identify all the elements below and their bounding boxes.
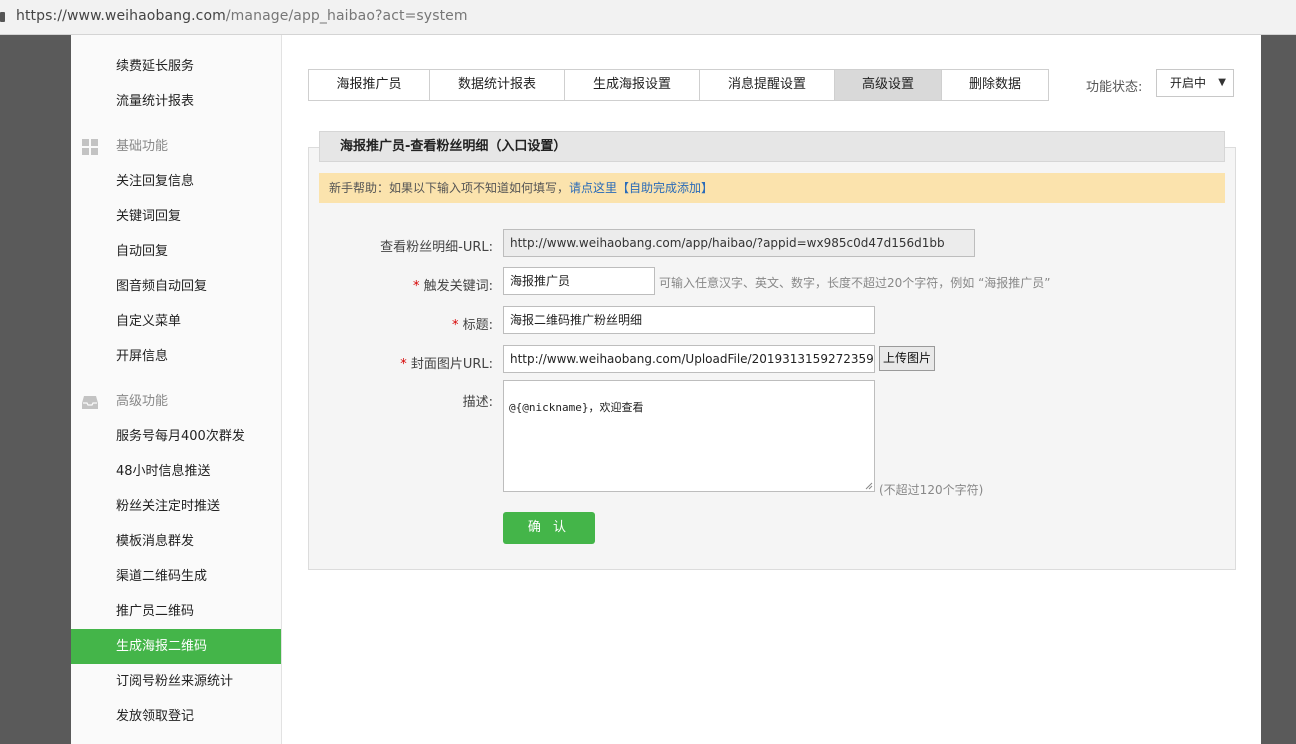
cover-url-label: * 封面图片URL:	[333, 353, 493, 372]
tab-message-reminder[interactable]: 消息提醒设置	[700, 70, 835, 100]
sidebar-item-label: 48小时信息推送	[116, 464, 211, 479]
keyword-label: * 触发关键词:	[333, 275, 493, 294]
required-mark: *	[412, 279, 420, 294]
required-mark: *	[451, 318, 459, 333]
description-label-text: 描述:	[462, 395, 493, 410]
tab-poster-settings[interactable]: 生成海报设置	[565, 70, 700, 100]
sidebar-item-splash-info[interactable]: 开屏信息	[71, 339, 281, 374]
sidebar-item-distribution-register[interactable]: 发放领取登记	[71, 699, 281, 734]
page-gutter-left	[0, 35, 71, 744]
sidebar-item-renewal[interactable]: 续费延长服务	[71, 49, 281, 84]
grid-icon	[82, 139, 98, 155]
sidebar-item-keyword-reply[interactable]: 关键词回复	[71, 199, 281, 234]
keyword-hint: 可输入任意汉字、英文、数字，长度不超过20个字符，例如 “海报推广员”	[659, 276, 1051, 290]
sidebar-item-label: 关键词回复	[116, 209, 182, 224]
address-bar[interactable]: https://www.weihaobang.com/manage/app_ha…	[0, 0, 1296, 35]
keyword-label-text: 触发关键词:	[423, 279, 493, 294]
sidebar-item-follow-reply[interactable]: 关注回复信息	[71, 164, 281, 199]
sidebar-item-scheduled-push[interactable]: 粉丝关注定时推送	[71, 489, 281, 524]
sidebar-item-auto-reply[interactable]: 自动回复	[71, 234, 281, 269]
sidebar-section-label: 高级功能	[116, 394, 169, 409]
sidebar-item-channel-qrcode[interactable]: 渠道二维码生成	[71, 559, 281, 594]
feature-status-value: 开启中	[1170, 76, 1207, 90]
url-path: /manage/app_haibao?act=system	[225, 8, 468, 24]
url-text[interactable]: https://www.weihaobang.com/manage/app_ha…	[16, 8, 468, 24]
upload-image-button[interactable]: 上传图片	[879, 346, 935, 371]
feature-status-select[interactable]: 开启中 ▼	[1156, 69, 1234, 97]
title-input[interactable]: 海报二维码推广粉丝明细	[503, 306, 875, 334]
sidebar-item-label: 订阅号粉丝来源统计	[116, 674, 234, 689]
sidebar-item-custom-menu[interactable]: 自定义菜单	[71, 304, 281, 339]
tab-data-report[interactable]: 数据统计报表	[430, 70, 565, 100]
sidebar-item-media-auto-reply[interactable]: 图音频自动回复	[71, 269, 281, 304]
title-label: * 标题:	[333, 314, 493, 333]
help-banner: 新手帮助：如果以下输入项不知道如何填写，请点这里【自助完成添加】	[319, 173, 1225, 203]
cover-url-input[interactable]: http://www.weihaobang.com/UploadFile/201…	[503, 345, 875, 373]
resize-grip-icon[interactable]	[865, 482, 873, 490]
caret-down-icon: ▼	[1218, 77, 1226, 88]
main-content: 海报推广员 数据统计报表 生成海报设置 消息提醒设置 高级设置 删除数据 功能状…	[282, 35, 1261, 744]
sidebar-item-label: 生成海报二维码	[116, 639, 208, 654]
tab-delete-data[interactable]: 删除数据	[942, 70, 1048, 100]
sidebar-item-traffic-stats[interactable]: 流量统计报表	[71, 84, 281, 119]
sidebar-section-advanced: 高级功能	[71, 384, 281, 419]
sidebar-item-label: 续费延长服务	[116, 59, 195, 74]
sidebar-item-label: 关注回复信息	[116, 174, 195, 189]
sidebar-item-label: 流量统计报表	[116, 94, 195, 109]
panel-title: 海报推广员-查看粉丝明细（入口设置）	[319, 131, 1225, 162]
fan-detail-url-field[interactable]: http://www.weihaobang.com/app/haibao/?ap…	[503, 229, 975, 257]
sidebar-item-poster-qrcode[interactable]: 生成海报二维码	[71, 629, 281, 664]
sidebar-item-label: 渠道二维码生成	[116, 569, 208, 584]
cover-url-label-text: 封面图片URL:	[410, 357, 493, 372]
description-label: 描述:	[333, 391, 493, 410]
description-hint: (不超过120个字符)	[879, 483, 984, 497]
sidebar-item-label: 发放领取登记	[116, 709, 195, 724]
sidebar-item-label: 开屏信息	[116, 349, 169, 364]
page-gutter-right	[1261, 35, 1296, 744]
help-link[interactable]: 请点这里【自助完成添加】	[569, 181, 713, 195]
sidebar-item-label: 推广员二维码	[116, 604, 195, 619]
description-textarea[interactable]: @{@nickname}，欢迎查看	[503, 380, 875, 492]
url-host: https://www.weihaobang.com	[16, 8, 226, 24]
fan-detail-url-label-text: 查看粉丝明细-URL:	[380, 240, 493, 255]
tab-poster-promoter[interactable]: 海报推广员	[309, 70, 430, 100]
sidebar-item-label: 自定义菜单	[116, 314, 182, 329]
sidebar-item-fan-source-stats[interactable]: 订阅号粉丝来源统计	[71, 664, 281, 699]
sidebar-item-label: 图音频自动回复	[116, 279, 208, 294]
sidebar-item-monthly-broadcast[interactable]: 服务号每月400次群发	[71, 419, 281, 454]
sidebar-section-label: 基础功能	[116, 139, 169, 154]
sidebar-item-template-broadcast[interactable]: 模板消息群发	[71, 524, 281, 559]
feature-status-label: 功能状态:	[1086, 80, 1143, 95]
sidebar-item-48h-push[interactable]: 48小时信息推送	[71, 454, 281, 489]
tab-advanced-settings[interactable]: 高级设置	[835, 70, 942, 100]
sidebar-item-label: 粉丝关注定时推送	[116, 499, 221, 514]
sidebar-section-basic: 基础功能	[71, 129, 281, 164]
confirm-button[interactable]: 确 认	[503, 512, 595, 544]
inbox-icon	[82, 396, 98, 409]
lock-icon	[0, 12, 5, 22]
sidebar-item-promoter-qrcode[interactable]: 推广员二维码	[71, 594, 281, 629]
sidebar: 续费延长服务 流量统计报表 基础功能 关注回复信息 关键词回复 自动回复 图音频…	[71, 35, 282, 744]
title-label-text: 标题:	[462, 318, 493, 333]
fan-detail-url-label: 查看粉丝明细-URL:	[333, 236, 493, 255]
sidebar-item-label: 自动回复	[116, 244, 169, 259]
sidebar-item-label: 服务号每月400次群发	[116, 429, 245, 444]
required-mark: *	[400, 357, 407, 372]
keyword-input[interactable]: 海报推广员	[503, 267, 655, 295]
description-text: @{@nickname}，欢迎查看	[509, 401, 644, 414]
tab-bar: 海报推广员 数据统计报表 生成海报设置 消息提醒设置 高级设置 删除数据	[308, 69, 1049, 101]
sidebar-item-label: 模板消息群发	[116, 534, 195, 549]
help-text: 新手帮助：如果以下输入项不知道如何填写，	[329, 181, 570, 195]
